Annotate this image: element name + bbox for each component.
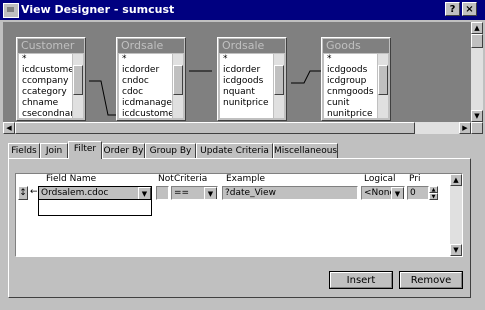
tab-update-criteria[interactable]: Update Criteria <box>196 143 273 158</box>
row-pointer-icon: ← <box>30 187 38 197</box>
field-item[interactable]: icdmanager <box>119 98 172 109</box>
table-customer[interactable]: Customer * icdcustomer ccompany ccategor… <box>16 37 86 121</box>
field-list-scrollbar[interactable] <box>173 54 183 118</box>
table-title[interactable]: Customer <box>18 39 84 53</box>
grid-vertical-scrollbar[interactable]: ▲ ▼ <box>450 174 462 256</box>
help-button[interactable]: ? <box>445 2 460 16</box>
filter-tab-panel: Field Name Not Criteria Example Logical … <box>8 158 471 298</box>
diagram-vertical-scrollbar[interactable]: ▲ ▼ <box>471 22 483 122</box>
scroll-up-icon[interactable]: ▲ <box>471 22 483 34</box>
tab-fields[interactable]: Fields <box>8 143 40 158</box>
field-list-scrollbar[interactable] <box>274 54 284 118</box>
field-name-dropdown-outline <box>38 200 152 216</box>
logical-header: Logical <box>364 174 396 184</box>
field-item[interactable]: nunitprice <box>324 109 377 118</box>
field-item[interactable]: icdcustomer <box>19 65 72 76</box>
table-goods[interactable]: Goods * icdgoods icdgroup cnmgoods cunit… <box>321 37 391 121</box>
size-grip <box>471 122 483 134</box>
field-list[interactable]: * icdorder cndoc cdoc icdmanager icdcust… <box>119 54 172 118</box>
view-designer-icon <box>3 3 19 18</box>
example-field[interactable]: ?date_View <box>222 186 358 200</box>
field-name-value: Ordsalem.cdoc <box>41 188 109 198</box>
scroll-right-icon[interactable]: ▶ <box>459 122 471 134</box>
table-title[interactable]: Ordsale <box>219 39 285 53</box>
criteria-value: == <box>174 188 190 198</box>
field-list-scrollbar[interactable] <box>73 54 83 118</box>
not-checkbox[interactable] <box>156 186 169 200</box>
field-item[interactable]: icdorder <box>119 65 172 76</box>
field-list[interactable]: * icdorder icdgoods nquant nunitprice <box>220 54 273 118</box>
field-list-scrollbar[interactable] <box>378 54 388 118</box>
insert-button[interactable]: Insert <box>329 271 393 289</box>
field-item[interactable]: ccompany <box>19 76 72 87</box>
field-item[interactable]: icdorder <box>220 65 273 76</box>
filter-grid[interactable]: Field Name Not Criteria Example Logical … <box>15 173 463 257</box>
pri-header: Pri <box>409 174 421 184</box>
not-header: Not <box>158 174 174 184</box>
field-item[interactable]: icdgoods <box>220 76 273 87</box>
field-item[interactable]: * <box>220 54 273 65</box>
field-item[interactable]: nquant <box>220 87 273 98</box>
scroll-down-icon[interactable]: ▼ <box>471 110 483 122</box>
logical-select[interactable]: <None> ▼ <box>361 186 405 200</box>
insert-button-label: Insert <box>330 272 392 288</box>
table-title[interactable]: Ordsale <box>118 39 184 53</box>
tab-group-by[interactable]: Group By <box>145 143 196 158</box>
example-header: Example <box>226 174 266 184</box>
field-item[interactable]: chname <box>19 98 72 109</box>
field-list[interactable]: * icdgoods icdgroup cnmgoods cunit nunit… <box>324 54 377 118</box>
field-item[interactable]: icdcustomer <box>119 109 172 118</box>
diagram-horizontal-scrollbar[interactable]: ◀ ▶ <box>3 122 471 134</box>
pri-spinner[interactable]: 0 <box>407 186 429 200</box>
scroll-thumb[interactable] <box>15 122 415 134</box>
table-ordsale[interactable]: Ordsale * icdorder cndoc cdoc icdmanager… <box>116 37 186 121</box>
table-diagram-area[interactable]: Customer * icdcustomer ccompany ccategor… <box>3 22 473 124</box>
tab-miscellaneous[interactable]: Miscellaneous <box>273 143 338 158</box>
tab-order-by[interactable]: Order By <box>102 143 145 158</box>
chevron-down-icon[interactable]: ▼ <box>138 187 151 199</box>
field-name-header: Field Name <box>46 174 97 184</box>
table-title[interactable]: Goods <box>323 39 389 53</box>
table-ordsalem[interactable]: Ordsale * icdorder icdgoods nquant nunit… <box>217 37 287 121</box>
chevron-down-icon[interactable]: ▼ <box>204 187 217 199</box>
field-item[interactable]: * <box>324 54 377 65</box>
title-bar: View Designer - sumcust ? × <box>0 0 485 20</box>
row-move-handle[interactable]: ↕ <box>18 186 28 200</box>
tab-filter[interactable]: Filter <box>68 141 102 159</box>
remove-button-label: Remove <box>400 272 462 288</box>
field-item[interactable]: * <box>119 54 172 65</box>
field-item[interactable]: csecondname <box>19 109 72 118</box>
field-item[interactable]: nunitprice <box>220 98 273 109</box>
field-item[interactable]: * <box>19 54 72 65</box>
field-item[interactable]: cnmgoods <box>324 87 377 98</box>
scroll-thumb[interactable] <box>471 34 483 48</box>
pri-up-icon[interactable]: ▲ <box>429 186 438 193</box>
chevron-down-icon[interactable]: ▼ <box>391 187 404 199</box>
field-item[interactable]: cunit <box>324 98 377 109</box>
scroll-up-icon[interactable]: ▲ <box>450 174 462 186</box>
criteria-header: Criteria <box>174 174 208 184</box>
field-name-select[interactable]: Ordsalem.cdoc ▼ <box>38 186 152 200</box>
field-item[interactable]: cndoc <box>119 76 172 87</box>
criteria-select[interactable]: == ▼ <box>171 186 218 200</box>
pri-down-icon[interactable]: ▼ <box>429 193 438 200</box>
remove-button[interactable]: Remove <box>399 271 463 289</box>
field-list[interactable]: * icdcustomer ccompany ccategory chname … <box>19 54 72 118</box>
field-item[interactable]: cdoc <box>119 87 172 98</box>
scroll-down-icon[interactable]: ▼ <box>450 244 462 256</box>
window-title: View Designer - sumcust <box>21 3 175 16</box>
scroll-left-icon[interactable]: ◀ <box>3 122 15 134</box>
close-button[interactable]: × <box>462 2 477 16</box>
field-item[interactable]: icdgroup <box>324 76 377 87</box>
tab-join[interactable]: Join <box>40 143 68 158</box>
field-item[interactable]: ccategory <box>19 87 72 98</box>
field-item[interactable]: icdgoods <box>324 65 377 76</box>
